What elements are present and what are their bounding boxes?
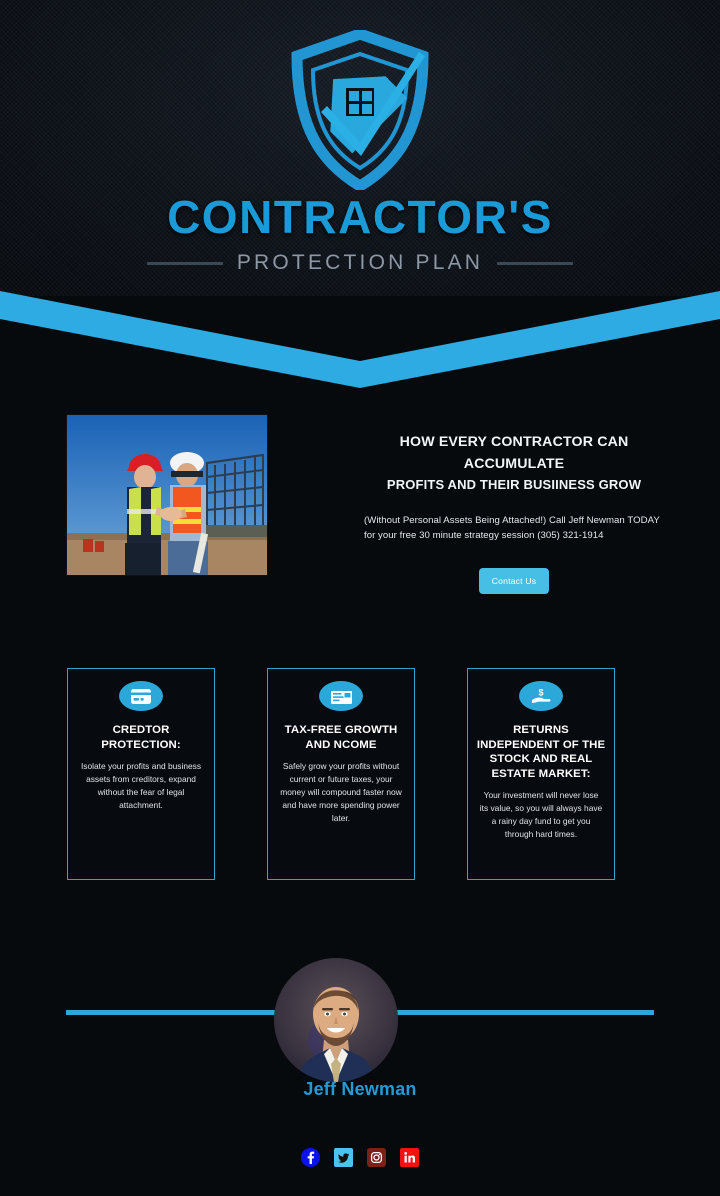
logo-block: CONTRACTOR'S PROTECTION PLAN: [0, 30, 720, 275]
svg-text:$: $: [538, 688, 543, 698]
twitter-icon[interactable]: [334, 1148, 353, 1167]
linkedin-icon[interactable]: [400, 1148, 419, 1167]
hero-subtext: (Without Personal Assets Being Attached!…: [364, 514, 660, 542]
facebook-icon[interactable]: [301, 1148, 320, 1167]
credit-card-icon: [119, 681, 163, 711]
shield-house-check-icon: [291, 30, 429, 190]
social-links: [0, 1148, 720, 1167]
chevron-banner: [0, 283, 720, 388]
benefit-card[interactable]: TAX-FREE GROWTH AND NCOME Safely grow yo…: [267, 668, 415, 880]
benefit-card[interactable]: CREDTOR PROTECTION: Isolate your profits…: [67, 668, 215, 880]
card-body: Safely grow your profits without current…: [280, 761, 402, 824]
card-title: RETURNS INDEPENDENT OF THE STOCK AND REA…: [476, 724, 606, 780]
instagram-icon[interactable]: [367, 1148, 386, 1167]
person-name: Jeff Newman: [303, 1079, 417, 1099]
card-body: Your investment will never lose its valu…: [479, 790, 603, 840]
brand-title: CONTRACTOR'S: [167, 191, 553, 243]
contact-us-button[interactable]: Contact Us: [479, 567, 549, 594]
benefit-cards-section: CREDTOR PROTECTION: Isolate your profits…: [0, 668, 720, 880]
avatar: [274, 958, 398, 1082]
hero-text-block: HOW EVERY CONTRACTOR CAN ACCUMULATE PROF…: [364, 432, 664, 594]
hero-headline: HOW EVERY CONTRACTOR CAN ACCUMULATE PROF…: [364, 432, 664, 495]
tagline-rule-right: [497, 261, 574, 265]
card-title: CREDTOR PROTECTION:: [101, 724, 181, 751]
brand-tagline: PROTECTION PLAN: [236, 251, 484, 274]
chevron-down-icon: [0, 291, 720, 388]
hand-holding-dollar-icon: $: [519, 681, 563, 711]
brand-tagline-row: PROTECTION PLAN: [0, 251, 720, 275]
hero-headline-line1: HOW EVERY CONTRACTOR CAN ACCUMULATE: [399, 434, 629, 472]
header-section: CONTRACTOR'S PROTECTION PLAN: [0, 0, 720, 296]
hero-photo: [66, 414, 268, 576]
benefit-card[interactable]: $ RETURNS INDEPENDENT OF THE STOCK AND R…: [467, 668, 615, 880]
invoice-document-icon: [319, 681, 363, 711]
card-title: TAX-FREE GROWTH AND NCOME: [284, 724, 398, 751]
hero-headline-line2: PROFITS AND THEIR BUSIINESS GROW: [386, 477, 642, 493]
tagline-rule-left: [146, 261, 223, 265]
card-body: Isolate your profits and business assets…: [80, 761, 202, 811]
landing-page: CONTRACTOR'S PROTECTION PLAN HOW EVERY C…: [0, 0, 720, 1196]
hero-section: HOW EVERY CONTRACTOR CAN ACCUMULATE PROF…: [0, 400, 720, 600]
